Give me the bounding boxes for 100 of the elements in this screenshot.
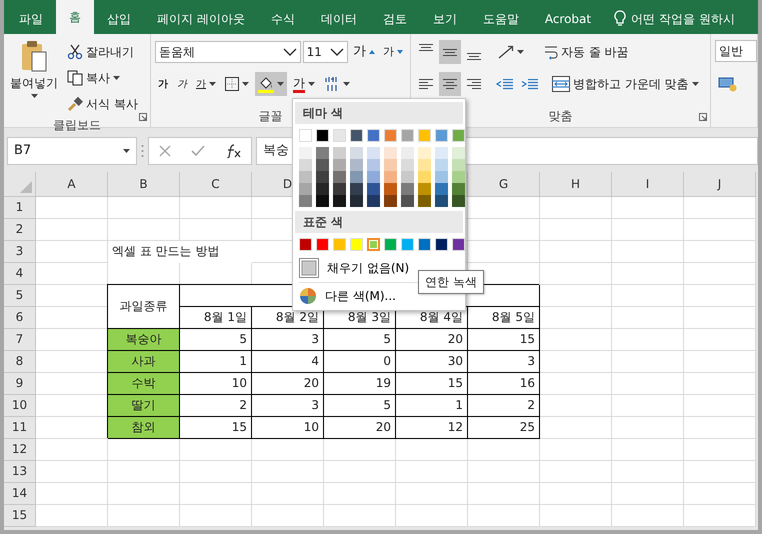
color-swatch[interactable]	[418, 159, 431, 171]
color-swatch[interactable]	[316, 171, 329, 183]
color-swatch[interactable]	[452, 159, 465, 171]
color-swatch[interactable]	[367, 171, 380, 183]
row-header[interactable]: 11	[4, 417, 36, 439]
color-swatch[interactable]	[452, 183, 465, 195]
color-swatch[interactable]	[299, 147, 312, 159]
font-name-dropdown[interactable]: 돋움체	[155, 41, 301, 63]
color-swatch[interactable]	[367, 195, 380, 207]
color-swatch[interactable]	[401, 171, 414, 183]
column-header[interactable]: G	[468, 172, 540, 197]
color-swatch[interactable]	[384, 183, 397, 195]
dialog-launcher-icon[interactable]	[699, 113, 707, 121]
font-color-button[interactable]: 가	[290, 72, 318, 96]
color-swatch[interactable]	[299, 171, 312, 183]
cancel-icon[interactable]	[159, 145, 171, 157]
color-swatch[interactable]	[384, 159, 397, 171]
color-swatch[interactable]	[333, 183, 346, 195]
ribbon-tab[interactable]: 삽입	[94, 4, 144, 34]
shrink-font-button[interactable]: 가	[380, 40, 406, 64]
cut-button[interactable]: 잘라내기	[64, 40, 141, 64]
color-swatch[interactable]	[350, 171, 363, 183]
ribbon-tab[interactable]: 검토	[370, 4, 420, 34]
color-swatch[interactable]	[316, 147, 329, 159]
ribbon-tab[interactable]: 보기	[420, 4, 470, 34]
color-swatch[interactable]	[452, 147, 465, 159]
ribbon-tab[interactable]: Acrobat	[532, 4, 604, 34]
color-swatch[interactable]	[401, 159, 414, 171]
dialog-launcher-icon[interactable]	[139, 113, 147, 121]
row-header[interactable]: 2	[4, 219, 36, 241]
number-format-dropdown[interactable]: 일반	[715, 40, 757, 62]
row-header[interactable]: 13	[4, 461, 36, 483]
format-painter-button[interactable]: 서식 복사	[64, 92, 141, 116]
color-swatch[interactable]	[316, 183, 329, 195]
color-swatch[interactable]	[452, 171, 465, 183]
color-swatch[interactable]	[299, 195, 312, 207]
color-swatch[interactable]	[367, 147, 380, 159]
grow-font-button[interactable]: 가	[350, 40, 378, 64]
color-swatch[interactable]	[333, 159, 346, 171]
row-header[interactable]: 10	[4, 395, 36, 417]
column-header[interactable]: C	[180, 172, 252, 197]
color-swatch[interactable]	[435, 159, 448, 171]
color-swatch[interactable]	[299, 183, 312, 195]
font-size-dropdown[interactable]: 11	[302, 41, 348, 63]
row-header[interactable]: 7	[4, 329, 36, 351]
ribbon-tab[interactable]: 페이지 레이아웃	[144, 4, 258, 34]
color-swatch[interactable]	[418, 183, 431, 195]
color-swatch[interactable]	[350, 147, 363, 159]
underline-button[interactable]: 가	[193, 72, 219, 96]
row-header[interactable]: 5	[4, 285, 36, 307]
color-swatch[interactable]	[299, 159, 312, 171]
color-swatch[interactable]	[316, 195, 329, 207]
check-icon[interactable]	[191, 145, 205, 157]
row-header[interactable]: 9	[4, 373, 36, 395]
name-box[interactable]: B7	[7, 137, 137, 165]
color-swatch[interactable]	[350, 183, 363, 195]
color-swatch[interactable]	[367, 238, 380, 251]
wrap-text-button[interactable]: 자동 줄 바꿈	[541, 40, 632, 64]
row-header[interactable]: 8	[4, 351, 36, 373]
column-header[interactable]: A	[36, 172, 108, 197]
row-header[interactable]: 4	[4, 263, 36, 285]
fill-color-button[interactable]	[255, 72, 287, 96]
color-swatch[interactable]	[401, 147, 414, 159]
ribbon-tab[interactable]: 홈	[56, 0, 94, 34]
color-swatch[interactable]	[452, 195, 465, 207]
column-header[interactable]: I	[612, 172, 684, 197]
copy-button[interactable]: 복사	[64, 66, 141, 90]
color-swatch[interactable]	[384, 171, 397, 183]
color-swatch[interactable]	[367, 159, 380, 171]
select-all-icon[interactable]	[20, 181, 32, 193]
color-swatch[interactable]	[435, 183, 448, 195]
color-swatch[interactable]	[418, 195, 431, 207]
color-swatch[interactable]	[316, 159, 329, 171]
row-header[interactable]: 14	[4, 483, 36, 505]
row-header[interactable]: 6	[4, 307, 36, 329]
color-swatch[interactable]	[333, 195, 346, 207]
ribbon-tab[interactable]: 도움말	[470, 4, 532, 34]
color-swatch[interactable]	[418, 147, 431, 159]
merge-center-button[interactable]: 병합하고 가운데 맞춤	[549, 72, 702, 96]
color-swatch[interactable]	[401, 183, 414, 195]
row-header[interactable]: 3	[4, 241, 36, 263]
align-center-button[interactable]	[439, 72, 461, 96]
column-header[interactable]: J	[684, 172, 756, 197]
color-swatch[interactable]	[401, 195, 414, 207]
color-swatch[interactable]	[384, 195, 397, 207]
column-header[interactable]: B	[108, 172, 180, 197]
color-swatch[interactable]	[418, 171, 431, 183]
row-header[interactable]: 15	[4, 505, 36, 527]
tell-me-field[interactable]: 어떤 작업을 원하시	[631, 10, 735, 28]
ribbon-tab[interactable]: 데이터	[308, 4, 370, 34]
column-header[interactable]: H	[540, 172, 612, 197]
bold-button[interactable]: 가	[155, 72, 171, 96]
color-swatch[interactable]	[367, 183, 380, 195]
color-swatch[interactable]	[435, 147, 448, 159]
ribbon-tab[interactable]: 파일	[6, 4, 56, 34]
italic-button[interactable]: 가	[174, 72, 190, 96]
row-header[interactable]: 12	[4, 439, 36, 461]
align-middle-button[interactable]	[439, 40, 461, 64]
paste-button[interactable]: 붙여넣기	[8, 40, 60, 106]
color-swatch[interactable]	[333, 147, 346, 159]
